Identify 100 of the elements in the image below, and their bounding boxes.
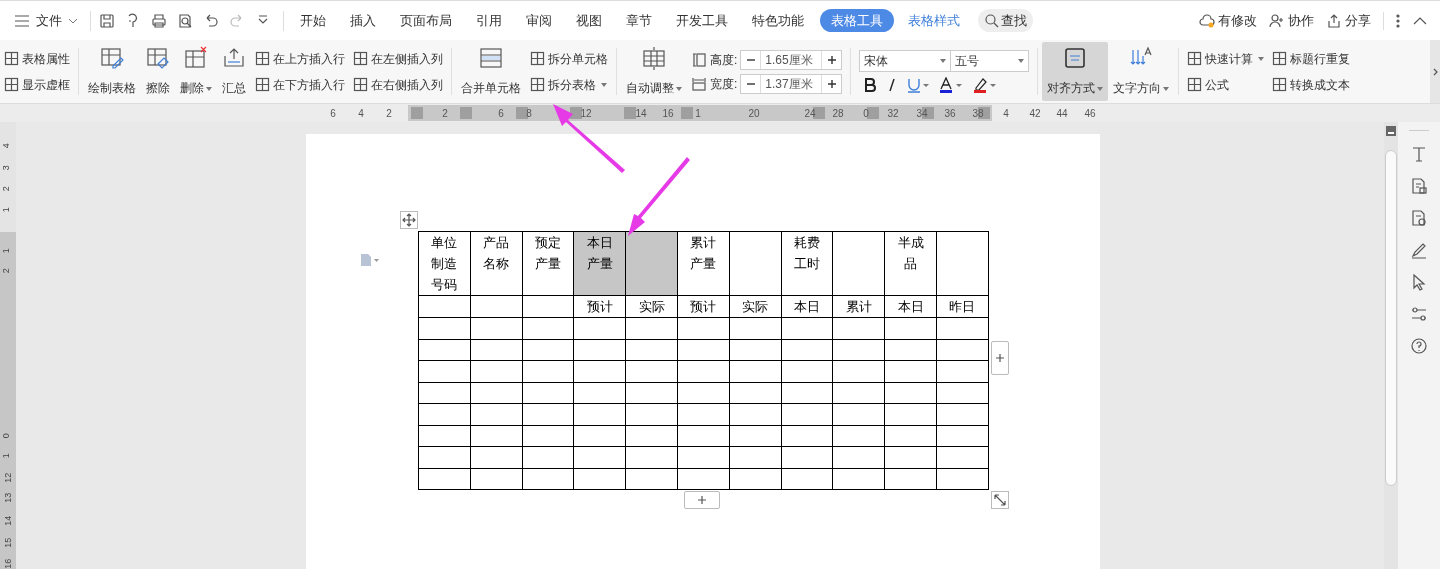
ribbon-button[interactable]: 公式 (1187, 75, 1265, 94)
ruler-number: 34 (916, 107, 928, 121)
help-icon[interactable] (1410, 337, 1428, 355)
column-marker[interactable] (681, 107, 693, 119)
table-cell[interactable]: 预定产量 (522, 231, 574, 296)
toolbar-button[interactable]: 分享 (1326, 10, 1371, 31)
ribbon-tab[interactable]: 表格样式 (898, 8, 970, 33)
font-size-dropdown[interactable]: 五号 (951, 50, 1030, 72)
table-cell[interactable] (418, 360, 471, 382)
cell-text: 预计 (690, 298, 717, 316)
scrollbar-thumb[interactable] (1385, 150, 1397, 486)
ruler-number: 4 (0, 143, 12, 149)
more-icon[interactable] (1396, 12, 1400, 29)
cell-text: 本日 (897, 298, 924, 316)
ribbon-tab[interactable]: 特色功能 (740, 8, 816, 33)
table-cell[interactable] (729, 231, 782, 296)
ribbon-button[interactable]: 显示虚框 (4, 75, 70, 94)
caret-icon (940, 59, 947, 63)
ruler-number: 6 (330, 107, 336, 121)
ribbon-button[interactable]: 拆分单元格 (530, 49, 608, 68)
column-marker[interactable] (460, 107, 472, 119)
ribbon-button[interactable]: 快速计算 (1187, 49, 1265, 68)
table-cell[interactable]: 累计产量 (677, 231, 730, 296)
table-cell[interactable] (418, 295, 471, 318)
table-move-handle[interactable] (400, 211, 418, 229)
ribbon-button[interactable]: 在下方插入行 (255, 75, 345, 94)
column-marker[interactable] (516, 107, 528, 119)
ribbon-tab[interactable]: 审阅 (514, 8, 564, 33)
table-cell[interactable] (625, 231, 678, 296)
ribbon-button[interactable]: 合并单元格 (456, 42, 526, 101)
ribbon-tab[interactable]: 视图 (564, 8, 614, 33)
ribbon-tab[interactable]: 章节 (614, 8, 664, 33)
toolbar-button[interactable]: 协作 (1269, 10, 1314, 31)
ribbon-button[interactable]: 绘制表格 (83, 42, 141, 101)
ruler-toggle-icon[interactable] (1386, 126, 1396, 136)
table-cell[interactable]: 产品名称 (470, 231, 523, 296)
ribbon-button[interactable]: 文字方向 (1108, 42, 1175, 101)
ruler-number: 2 (386, 107, 392, 121)
cell-text: 本日产量 (586, 234, 613, 273)
eraser-icon (146, 46, 170, 70)
ribbon-button[interactable]: 在左侧插入列 (353, 49, 443, 68)
ribbon-tab[interactable]: 引用 (464, 8, 514, 33)
ruler-number: 15 (2, 537, 15, 548)
table-cell[interactable] (832, 231, 885, 296)
ribbon-button[interactable]: 自动调整 (621, 42, 687, 101)
table-cell[interactable] (418, 317, 471, 339)
ribbon-tab[interactable]: 开始 (288, 8, 338, 33)
save-icon[interactable] (99, 12, 115, 29)
toolbar-button[interactable]: 有修改 (1199, 10, 1257, 31)
pointer-icon[interactable] (1410, 273, 1428, 291)
table-cell[interactable] (418, 403, 471, 425)
ruler-number: 14 (2, 515, 15, 526)
scroll-right-icon[interactable] (1431, 66, 1439, 77)
table-cell[interactable] (418, 468, 471, 490)
font-color-icon[interactable] (939, 77, 964, 93)
column-marker[interactable] (411, 107, 423, 119)
table-cell[interactable] (418, 382, 471, 404)
table-cell[interactable] (418, 425, 471, 447)
column-marker[interactable] (570, 107, 582, 119)
ribbon-tab[interactable]: 页面布局 (388, 8, 464, 33)
table-cell[interactable] (418, 339, 471, 361)
table-cell[interactable] (418, 446, 471, 468)
ribbon-button[interactable]: 汇总 (217, 42, 251, 101)
table-cell[interactable]: 耗费工时 (781, 231, 833, 296)
cell-text: 半成品 (897, 234, 924, 273)
ribbon-button[interactable]: 对齐方式 (1042, 42, 1109, 101)
italic-icon[interactable] (887, 77, 898, 93)
pen-icon[interactable] (1410, 241, 1428, 259)
ribbon-button[interactable]: 在右侧插入列 (353, 75, 443, 94)
bold-icon[interactable] (863, 77, 878, 93)
table-cell[interactable]: 本日产量 (573, 231, 626, 296)
table-cell[interactable]: 半成品 (884, 231, 937, 296)
document-settings-icon[interactable] (1410, 209, 1428, 227)
font-family-dropdown[interactable]: 宋体 (859, 50, 952, 72)
ribbon-tab[interactable]: 开发工具 (664, 8, 740, 33)
cell-text: 耗费工时 (793, 234, 820, 273)
column-marker[interactable] (624, 107, 636, 119)
underline-icon[interactable] (907, 77, 930, 93)
ruler-number: 1 (695, 107, 701, 121)
sliders-icon[interactable] (1410, 305, 1428, 323)
ribbon-button[interactable]: 表格属性 (4, 49, 70, 68)
ribbon-button[interactable]: 删除 (175, 42, 217, 101)
text-icon[interactable] (1410, 145, 1428, 163)
highlight-icon[interactable] (973, 77, 998, 93)
ribbon-button[interactable]: 拆分表格 (530, 75, 608, 94)
file-menu[interactable]: 文件 (14, 10, 78, 31)
table-cell[interactable] (936, 231, 989, 296)
table-cell[interactable]: 单位制造号码 (418, 231, 471, 296)
ribbon-button[interactable]: 标题行重复 (1272, 49, 1351, 68)
ruler-number: 36 (944, 107, 956, 121)
ribbon-tab[interactable]: 插入 (338, 8, 388, 33)
column-marker[interactable] (867, 107, 879, 119)
ribbon-button[interactable]: 擦除 (141, 42, 175, 101)
print-icon[interactable] (151, 12, 167, 29)
ribbon-button[interactable]: 在上方插入行 (255, 49, 345, 68)
ribbon-button[interactable]: 转换成文本 (1272, 75, 1351, 94)
search-button[interactable]: 查找 (978, 8, 1033, 33)
document-icon[interactable] (1410, 177, 1428, 195)
ruler-number: 3 (0, 165, 12, 171)
preview-icon[interactable] (177, 12, 193, 29)
